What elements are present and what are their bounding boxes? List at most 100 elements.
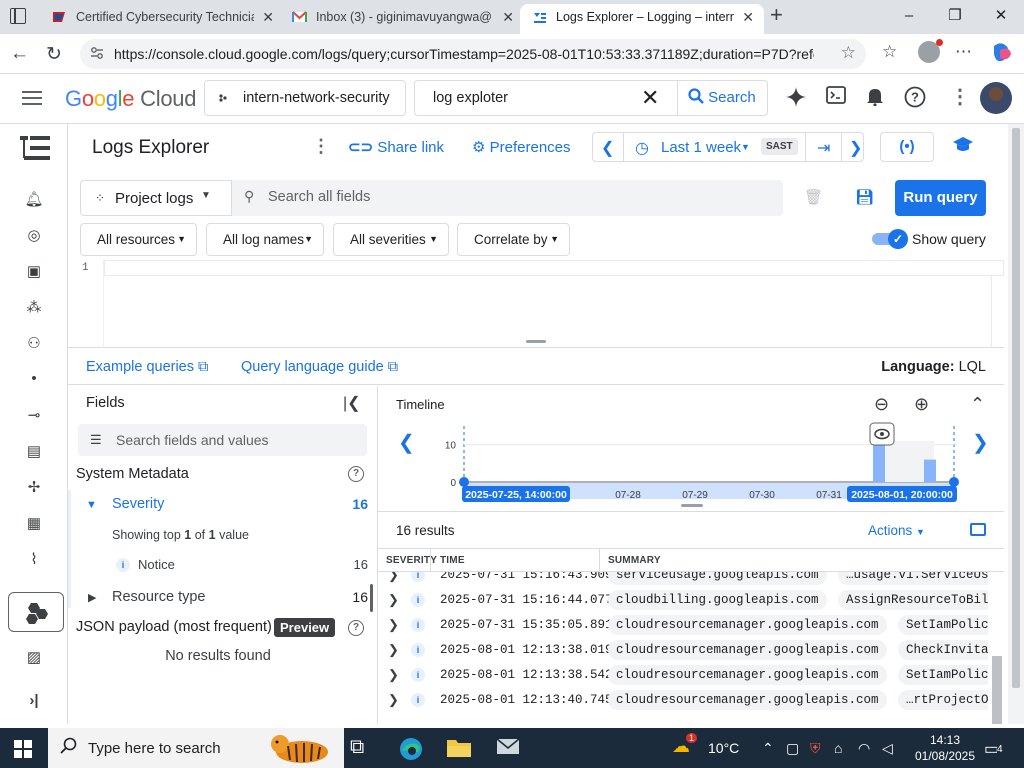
clear-search-icon[interactable]: ✕ (641, 85, 659, 111)
account-avatar[interactable] (980, 82, 1012, 114)
range-start-handle[interactable] (459, 477, 469, 487)
share-link-button[interactable]: ⊂⊃ Share link (348, 138, 444, 156)
time-range-label[interactable]: Last 1 week (661, 139, 741, 156)
expand-rail-icon[interactable]: ›| (0, 692, 68, 709)
method-chip[interactable]: SetIamPolicy (898, 665, 988, 685)
close-icon[interactable]: ✕ (502, 4, 514, 30)
uptime-icon[interactable]: ⌇ (0, 550, 68, 568)
profiler-icon[interactable]: ⚇ (0, 334, 68, 352)
service-chip[interactable]: cloudresourcemanager.googleapis.com (608, 615, 887, 635)
cloud-shell-icon[interactable] (826, 86, 846, 104)
range-end-handle[interactable] (949, 477, 959, 487)
dot-icon[interactable]: • (0, 370, 68, 387)
edge-browser-icon[interactable] (398, 736, 424, 762)
all-severities-dropdown[interactable]: All severities ▼ (333, 223, 449, 256)
logging-product-icon[interactable] (20, 134, 50, 162)
method-chip[interactable]: …rtProjectOwnershi (898, 690, 988, 710)
project-picker[interactable]: intern-network-security (204, 80, 406, 116)
close-icon[interactable]: ✕ (742, 4, 754, 30)
table-row[interactable]: ❯ i 2025-08-01 12:13:38.542 cloudresourcema… (378, 663, 988, 688)
minimize-icon[interactable]: – (886, 0, 932, 32)
alerting-bell-icon[interactable]: 🔔︎ (0, 190, 68, 208)
query-editor[interactable]: 1 (68, 260, 1004, 348)
url-text[interactable]: https://console.cloud.google.com/logs/qu… (114, 46, 814, 62)
site-info-icon[interactable] (90, 46, 104, 60)
method-chip[interactable]: SetIamPolicy (898, 615, 988, 635)
resize-handle[interactable] (526, 340, 546, 343)
preferences-button[interactable]: ⚙ Preferences (472, 138, 571, 156)
log-analytics-icon[interactable]: ▤ (0, 442, 68, 460)
copilot-icon[interactable] (990, 42, 1014, 64)
bookmarks-icon[interactable]: ☆ (882, 42, 897, 62)
reload-icon[interactable]: ↻ (46, 43, 62, 66)
help-icon[interactable]: ? (348, 620, 364, 636)
console-search-input[interactable]: log exploter (433, 90, 508, 106)
jump-to-now-icon[interactable]: ⇥ (817, 138, 830, 158)
editor-scrollbar[interactable] (991, 276, 992, 348)
actions-dropdown[interactable]: Actions ▼ (868, 523, 925, 538)
window-close-icon[interactable]: ✕ (978, 0, 1024, 32)
learn-icon[interactable] (952, 136, 974, 154)
clear-query-trash-icon[interactable]: 🗑︎ (804, 188, 823, 206)
results-scrollbar[interactable] (992, 656, 1002, 724)
gemini-icon[interactable] (785, 86, 807, 108)
bookmark-star-icon[interactable]: ☆ (841, 43, 856, 63)
security-icon[interactable]: ⛨ (810, 740, 821, 757)
browser-menu-icon[interactable]: ⋯ (955, 42, 972, 62)
search-all-fields[interactable]: ⚲ (232, 180, 783, 216)
rail-active-item[interactable] (8, 592, 64, 632)
expand-row-icon[interactable]: ❯ (388, 692, 399, 708)
method-chip[interactable]: AssignResourceToBillingAcco (838, 590, 988, 610)
main-menu-icon[interactable] (22, 91, 42, 105)
fields-search[interactable]: ☰ Search fields and values (78, 424, 367, 456)
console-search[interactable]: log exploter ✕ Search (414, 80, 768, 116)
resize-handle[interactable] (681, 504, 703, 507)
file-explorer-icon[interactable] (446, 736, 472, 758)
release-notes-icon[interactable]: ▨ (0, 648, 68, 666)
dashboards-icon[interactable]: ▦ (0, 514, 68, 532)
wifi-icon[interactable]: ◠ (858, 740, 870, 757)
settings-more-icon[interactable]: ⋮ (950, 84, 970, 109)
table-row[interactable]: ❯ i 2025-07-31 15:16:43.909 serviceusage.go… (378, 572, 988, 588)
search-all-fields-input[interactable] (268, 186, 768, 208)
expand-row-icon[interactable]: ❯ (388, 642, 399, 658)
all-resources-dropdown[interactable]: All resources ▼ (80, 223, 197, 256)
trace-icon[interactable]: ⁂ (0, 298, 68, 316)
correlate-by-dropdown[interactable]: Correlate by ▼ (457, 223, 570, 256)
chevron-up-icon[interactable]: ⌃ (762, 740, 774, 757)
help-icon[interactable]: ? (904, 86, 926, 108)
service-chip[interactable]: serviceusage.googleapis.com (608, 572, 827, 585)
service-chip[interactable]: cloudresourcemanager.googleapis.com (608, 640, 887, 660)
search-button[interactable]: Search (677, 81, 767, 115)
query-language-guide-link[interactable]: Query language guide ⧉ (241, 359, 398, 375)
project-logs-dropdown[interactable]: ⁘ Project logs ▼ (80, 180, 232, 216)
timeline-histogram[interactable]: 10 0 07-28 07-29 07-30 07-31 2025-07-25, 14:00… (378, 386, 1004, 512)
expand-row-icon[interactable]: ❯ (388, 617, 399, 633)
page-scrollbar[interactable] (1008, 124, 1024, 724)
mail-icon[interactable] (496, 736, 520, 756)
table-row[interactable]: ❯ i 2025-08-01 12:13:40.745 cloudresourcema… (378, 688, 988, 713)
back-arrow-icon[interactable]: ← (10, 43, 29, 65)
taskbar-search-placeholder[interactable]: Type here to search (88, 740, 221, 757)
next-time-icon[interactable]: ❯ (849, 138, 862, 158)
maximize-icon[interactable]: ❐ (932, 0, 978, 32)
tab-search-icon[interactable] (10, 8, 26, 24)
notification-center-icon[interactable]: ▭ 4 (984, 739, 1003, 759)
monitoring-icon[interactable]: ▣ (0, 262, 68, 280)
browser-tab-cybersecurity[interactable]: Certified Cybersecurity Technician ✕ (40, 4, 284, 34)
notifications-icon[interactable] (866, 86, 884, 106)
help-icon[interactable]: ? (348, 466, 364, 482)
browser-tab-logs-explorer[interactable]: Logs Explorer – Logging – intern- ✕ (520, 4, 764, 34)
google-cloud-logo[interactable]: Google Cloud (65, 86, 196, 112)
service-chip[interactable]: cloudresourcemanager.googleapis.com (608, 665, 887, 685)
column-divider[interactable] (430, 549, 431, 571)
error-reporting-icon[interactable]: ◎ (0, 226, 68, 244)
meet-now-icon[interactable]: ▢ (786, 740, 799, 757)
eye-icon[interactable] (869, 422, 895, 446)
expand-row-icon[interactable]: ❯ (388, 572, 399, 583)
stream-logs-button[interactable]: (•) (880, 132, 934, 162)
weather-widget[interactable]: ☁ 1 (672, 732, 704, 764)
address-bar[interactable]: https://console.cloud.google.com/logs/qu… (80, 39, 866, 69)
save-query-icon[interactable]: 💾︎ (855, 188, 874, 206)
task-view-icon[interactable]: ⧉ (350, 736, 364, 759)
